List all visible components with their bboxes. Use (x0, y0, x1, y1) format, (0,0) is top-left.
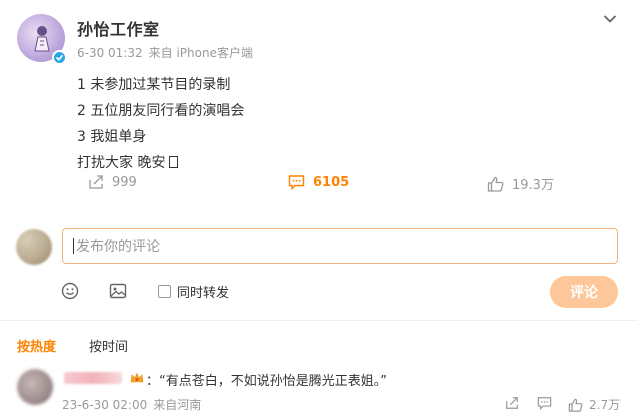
post-line: 3 我姐单身 (77, 129, 147, 145)
post-line-text: 打扰大家 晚安 (77, 155, 166, 171)
repost-toggle-label: 同时转发 (177, 286, 230, 301)
commenter-name-blurred[interactable] (64, 372, 122, 384)
image-upload-button[interactable] (109, 282, 127, 300)
post-content: 1 未参加过某节目的录制 2 五位朋友同行看的演唱会 3 我姐单身 打扰大家 晚… (77, 72, 244, 176)
comment-date: 23-6-30 02:00 (62, 398, 148, 412)
comment-count: 6105 (313, 174, 350, 190)
comment-meta: 23-6-30 02:00 来自河南 (62, 396, 201, 413)
post-line: 1 未参加过某节目的录制 (77, 77, 231, 93)
repost-icon (506, 397, 518, 409)
repost-count: 999 (112, 174, 137, 190)
emoji-smile-icon (61, 282, 79, 300)
comment-icon (537, 397, 552, 410)
crown-badge-icon (130, 372, 144, 383)
post-actions: 999 6105 19.3万 (0, 174, 638, 198)
comment-source: 来自河南 (153, 398, 202, 412)
comment-input-placeholder: 发布你的评论 (76, 239, 160, 255)
comment-like-count: 2.7万 (589, 398, 621, 412)
repost-toggle[interactable]: 同时转发 (158, 282, 229, 301)
submit-comment-button[interactable]: 评论 (550, 276, 618, 308)
author-name[interactable]: 孙怡工作室 (77, 16, 160, 40)
avatar-figure-icon (34, 26, 50, 52)
comment-icon (288, 175, 305, 190)
image-icon (109, 283, 127, 299)
emoji-button[interactable] (61, 282, 79, 300)
sort-by-time-tab[interactable]: 按时间 (89, 336, 128, 355)
post-line-last: 打扰大家 晚安 (77, 150, 244, 176)
like-button[interactable]: 19.3万 (487, 174, 554, 193)
divider (0, 320, 638, 321)
text-caret (73, 238, 74, 254)
post-meta: 6-30 01:32 来自 iPhone客户端 (77, 44, 253, 61)
comment-text: ：“有点苍白，不如说孙怡是腾光正表姐。” (146, 374, 387, 389)
verified-badge-icon (52, 50, 67, 65)
comment-repost-button[interactable] (505, 396, 525, 410)
missing-emoji-icon (169, 156, 179, 168)
repost-checkbox[interactable] (158, 285, 171, 298)
post-line: 2 五位朋友同行看的演唱会 (77, 103, 245, 119)
comment-reply-button[interactable] (537, 396, 558, 410)
sort-by-hot-tab[interactable]: 按热度 (17, 336, 56, 355)
comment-button[interactable]: 6105 (288, 174, 349, 190)
weibo-post: 孙怡工作室 6-30 01:32 来自 iPhone客户端 1 未参加过某节目的录… (0, 0, 638, 200)
repost-button[interactable]: 999 (88, 174, 137, 190)
comment-like-button[interactable]: 2.7万 (568, 396, 620, 413)
comment-input[interactable]: 发布你的评论 (62, 228, 618, 264)
post-source: 来自 iPhone客户端 (148, 46, 253, 60)
like-icon (487, 176, 504, 192)
post-date[interactable]: 6-30 01:32 (77, 46, 143, 60)
chevron-down-icon[interactable] (603, 14, 617, 24)
like-count: 19.3万 (512, 178, 554, 193)
repost-icon (89, 175, 103, 189)
like-icon (568, 398, 583, 412)
current-user-avatar (16, 229, 52, 265)
commenter-avatar[interactable] (17, 369, 53, 405)
